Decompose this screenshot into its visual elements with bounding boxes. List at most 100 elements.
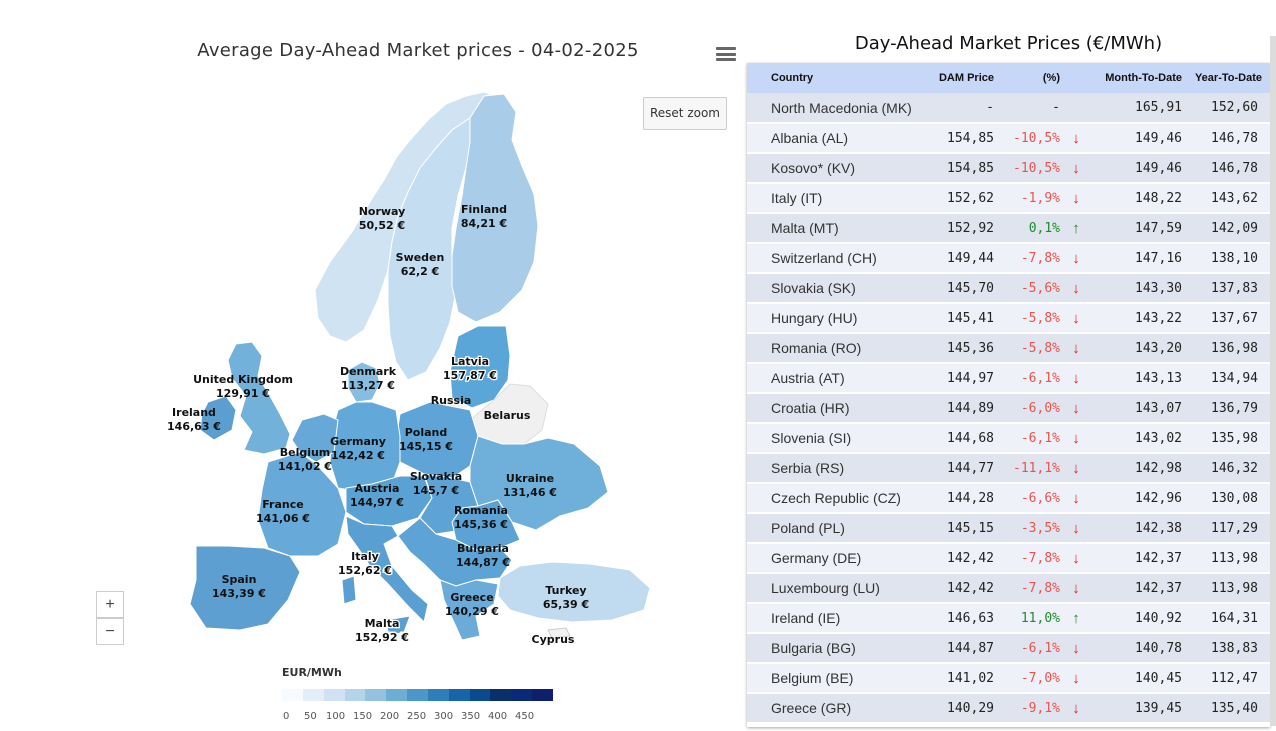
table-row[interactable]: Ireland (IE) 146,63 11,0% ↑ 140,92 164,31: [747, 603, 1270, 633]
cell-year-to-date: 146,78: [1211, 130, 1258, 146]
table-row[interactable]: Romania (RO) 145,36 -5,8% ↓ 143,20 136,98: [747, 333, 1270, 363]
arrow-up-icon: ↑: [1072, 219, 1080, 237]
cell-pct-change: -11,1%: [1013, 460, 1060, 476]
legend-tick-label: 250: [407, 711, 427, 722]
table-row[interactable]: Croatia (HR) 144,89 -6,0% ↓ 143,07 136,79: [747, 393, 1270, 423]
legend-tick-label: 450: [515, 711, 535, 722]
cell-dam-price: 152,62: [947, 190, 994, 206]
header-country[interactable]: Country: [747, 63, 912, 93]
table-row[interactable]: Czech Republic (CZ) 144,28 -6,6% ↓ 142,96 130…: [747, 483, 1270, 513]
cell-month-to-date: 147,16: [1135, 250, 1182, 266]
map-label-value: 144,87 €: [456, 556, 510, 569]
cell-country: Hungary (HU): [771, 310, 858, 326]
table-row[interactable]: Italy (IT) 152,62 -1,9% ↓ 148,22 143,62: [747, 183, 1270, 213]
table-row[interactable]: Austria (AT) 144,97 -6,1% ↓ 143,13 134,94: [747, 363, 1270, 393]
cell-country: Malta (MT): [771, 220, 839, 236]
cell-pct-change: -1,9%: [1020, 190, 1060, 206]
legend-color-step: [448, 689, 470, 701]
cell-month-to-date: 143,13: [1135, 370, 1182, 386]
header-month-to-date[interactable]: Month-To-Date: [1092, 63, 1182, 93]
cell-country: Germany (DE): [771, 550, 862, 566]
cell-year-to-date: 136,79: [1211, 400, 1258, 416]
arrow-down-icon: ↓: [1072, 339, 1080, 357]
arrow-down-icon: ↓: [1072, 429, 1080, 447]
map-label-name: Spain: [222, 573, 257, 586]
map-panel: Norway 50,52 € Finland 84,21 € Sweden 62,2 € L…: [0, 0, 745, 731]
map-label-value: 142,42 €: [331, 449, 385, 462]
scrollbar-thumb[interactable]: [1270, 36, 1276, 726]
map-label-name: Austria: [355, 482, 400, 495]
map-label-name: Latvia: [451, 355, 489, 368]
cell-country: Greece (GR): [771, 700, 852, 716]
zoom-out-button[interactable]: −: [96, 618, 124, 645]
cell-month-to-date: 147,59: [1135, 220, 1182, 236]
cell-dam-price: 142,42: [947, 550, 994, 566]
cell-country: Bulgaria (BG): [771, 640, 856, 656]
cell-country: Ireland (IE): [771, 610, 841, 626]
reset-zoom-button[interactable]: Reset zoom: [643, 97, 727, 130]
cell-country: Serbia (RS): [771, 460, 845, 476]
cell-year-to-date: 134,94: [1211, 370, 1258, 386]
table-row[interactable]: Hungary (HU) 145,41 -5,8% ↓ 143,22 137,67: [747, 303, 1270, 333]
table-title: Day-Ahead Market Prices (€/MWh): [854, 33, 1163, 54]
arrow-down-icon: ↓: [1072, 669, 1080, 687]
hamburger-menu-icon[interactable]: [716, 47, 736, 63]
table-scrollbar[interactable]: [1270, 36, 1276, 726]
table-row[interactable]: Albania (AL) 154,85 -10,5% ↓ 149,46 146,78: [747, 123, 1270, 153]
cell-dam-price: 144,97: [947, 370, 994, 386]
price-table-container[interactable]: Country DAM Price (%) Month-To-Date Year…: [747, 63, 1270, 727]
table-body: North Macedonia (MK) - - 165,91 152,60 Albani…: [747, 93, 1270, 723]
table-row[interactable]: Belgium (BE) 141,02 -7,0% ↓ 140,45 112,47: [747, 663, 1270, 693]
table-row[interactable]: Germany (DE) 142,42 -7,8% ↓ 142,37 113,98: [747, 543, 1270, 573]
map-label-name: Greece: [450, 591, 493, 604]
arrow-down-icon: ↓: [1072, 579, 1080, 597]
map-label-value: 141,02 €: [278, 460, 332, 473]
map-label-name: Malta: [365, 617, 400, 630]
map-title: Average Day-Ahead Market prices - 04-02-…: [197, 40, 639, 61]
table-row[interactable]: Serbia (RS) 144,77 -11,1% ↓ 142,98 146,32: [747, 453, 1270, 483]
map-label-value: 152,62 €: [338, 564, 392, 577]
table-row[interactable]: Slovakia (SK) 145,70 -5,6% ↓ 143,30 137,83: [747, 273, 1270, 303]
table-row[interactable]: Slovenia (SI) 144,68 -6,1% ↓ 143,02 135,98: [747, 423, 1270, 453]
cell-dam-price: 145,36: [947, 340, 994, 356]
arrow-down-icon: ↓: [1072, 519, 1080, 537]
zoom-in-button[interactable]: +: [96, 591, 124, 618]
header-pct[interactable]: (%): [996, 63, 1060, 93]
map-label-value: 141,06 €: [256, 512, 310, 525]
table-row[interactable]: Bulgaria (BG) 144,87 -6,1% ↓ 140,78 138,83: [747, 633, 1270, 663]
cell-country: Switzerland (CH): [771, 250, 877, 266]
cell-year-to-date: 137,67: [1211, 310, 1258, 326]
table-row[interactable]: North Macedonia (MK) - - 165,91 152,60: [747, 93, 1270, 123]
arrow-up-icon: ↑: [1072, 609, 1080, 627]
cell-year-to-date: 135,40: [1211, 700, 1258, 716]
cell-pct-change: -7,8%: [1020, 250, 1060, 266]
cell-pct-change: -6,1%: [1020, 370, 1060, 386]
table-row[interactable]: Poland (PL) 145,15 -3,5% ↓ 142,38 117,29: [747, 513, 1270, 543]
cell-pct-change: -6,1%: [1020, 430, 1060, 446]
cell-pct-change: -7,8%: [1020, 580, 1060, 596]
map-label-name: Bulgaria: [457, 542, 509, 555]
arrow-down-icon: ↓: [1072, 639, 1080, 657]
cell-country: Albania (AL): [771, 130, 849, 146]
header-year-to-date[interactable]: Year-To-Date: [1182, 63, 1270, 93]
legend-tick-label: 0: [283, 711, 290, 722]
legend-color-step: [407, 689, 428, 701]
table-row[interactable]: Greece (GR) 140,29 -9,1% ↓ 139,45 135,40: [747, 693, 1270, 723]
cell-dam-price: 145,70: [947, 280, 994, 296]
cell-country: Kosovo* (KV): [771, 160, 856, 176]
legend-color-scale: [282, 689, 553, 701]
cell-pct-change: -7,8%: [1020, 550, 1060, 566]
cell-year-to-date: 146,78: [1211, 160, 1258, 176]
header-dam-price[interactable]: DAM Price: [912, 63, 996, 93]
map-label-name: Norway: [359, 205, 406, 218]
table-header-row: Country DAM Price (%) Month-To-Date Year…: [747, 63, 1270, 93]
table-row[interactable]: Kosovo* (KV) 154,85 -10,5% ↓ 149,46 146,78: [747, 153, 1270, 183]
map-label-value: 131,46 €: [503, 486, 557, 499]
cell-pct-change: -6,6%: [1020, 490, 1060, 506]
cell-pct-change: -7,0%: [1020, 670, 1060, 686]
table-row[interactable]: Malta (MT) 152,92 0,1% ↑ 147,59 142,09: [747, 213, 1270, 243]
table-row[interactable]: Switzerland (CH) 149,44 -7,8% ↓ 147,16 138,10: [747, 243, 1270, 273]
country-shapes[interactable]: [189, 91, 651, 641]
table-row[interactable]: Luxembourg (LU) 142,42 -7,8% ↓ 142,37 113,98: [747, 573, 1270, 603]
cell-dam-price: -: [986, 100, 994, 115]
